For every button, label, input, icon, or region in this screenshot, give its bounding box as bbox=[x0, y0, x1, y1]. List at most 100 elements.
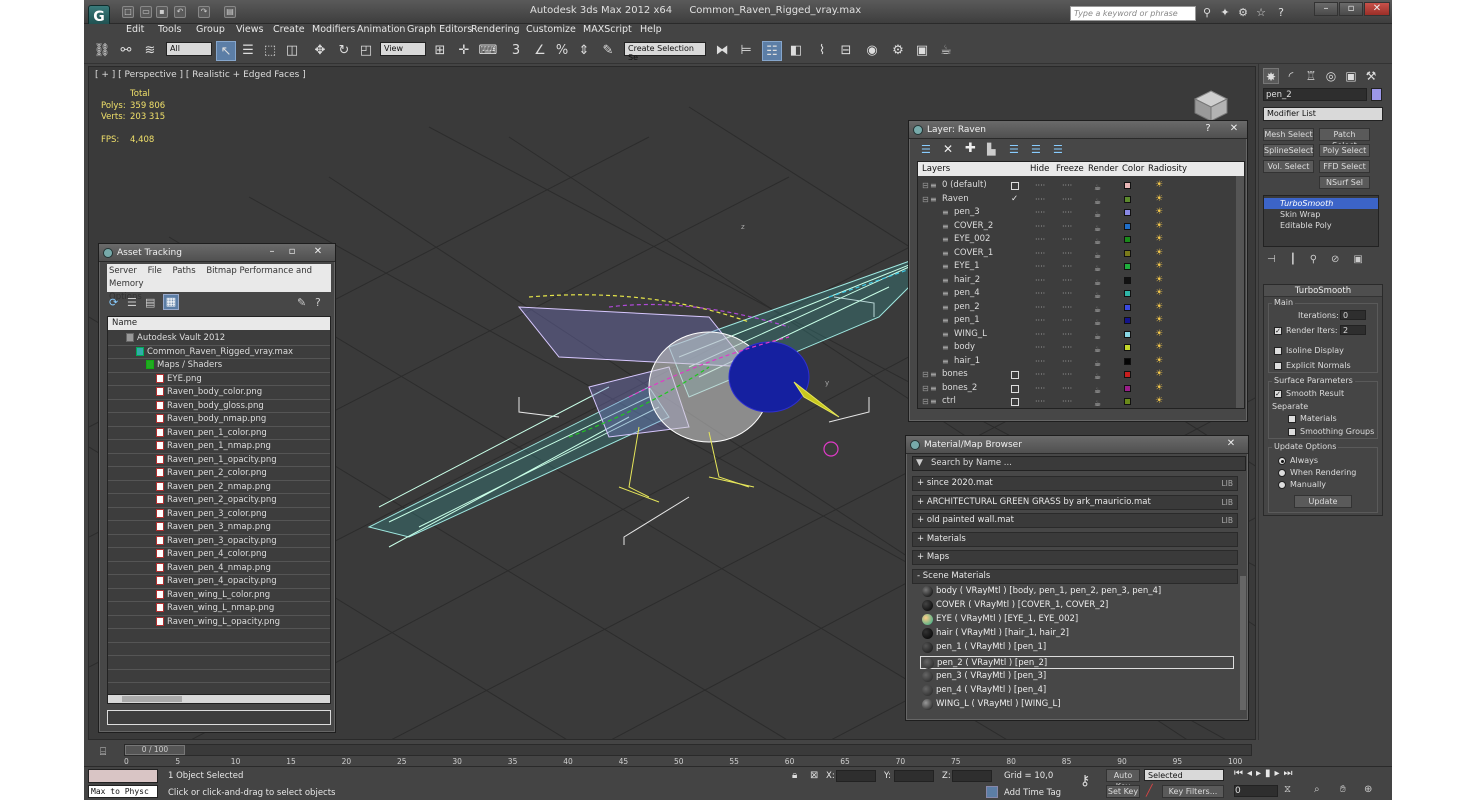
layer-radiosity-icon[interactable]: ☀ bbox=[1155, 314, 1163, 328]
select-manipulate-icon[interactable]: ✛ bbox=[454, 41, 474, 61]
menu-create[interactable]: Create bbox=[273, 24, 305, 35]
asset-row[interactable]: Raven_wing_L_opacity.png bbox=[108, 616, 330, 629]
layer-row[interactable]: ≡ WING_L ···· ···· ☕ ☀ bbox=[918, 328, 1186, 342]
layer-freeze-toggle[interactable]: ···· bbox=[1062, 301, 1072, 315]
update-button[interactable]: Update bbox=[1294, 495, 1352, 508]
display-tab-icon[interactable]: ▣ bbox=[1343, 68, 1359, 84]
asset-close-button[interactable]: ✕ bbox=[311, 246, 325, 258]
render-production-icon[interactable]: ☕ bbox=[936, 41, 956, 61]
asset-tracking-header[interactable]: Asset Tracking bbox=[99, 244, 335, 262]
add-to-layer-icon[interactable]: ✚ bbox=[965, 141, 976, 156]
layer-color-swatch[interactable] bbox=[1124, 182, 1131, 189]
layer-row[interactable]: ≡ COVER_1 ···· ···· ☕ ☀ bbox=[918, 247, 1186, 261]
col-render[interactable]: Render bbox=[1088, 162, 1118, 176]
material-group-header[interactable]: + Maps bbox=[912, 550, 1238, 565]
viewport-label-menu[interactable]: [ + ] [ Perspective ] [ Realistic + Edge… bbox=[95, 70, 306, 80]
layer-current-checkbox[interactable] bbox=[1011, 182, 1019, 190]
asset-menu-bitmap[interactable]: Bitmap Performance and Memory bbox=[109, 266, 312, 289]
material-group-header[interactable]: + ARCHITECTURAL GREEN GRASS by ark_mauri… bbox=[912, 494, 1238, 510]
asset-row[interactable]: Raven_pen_2_color.png bbox=[108, 467, 330, 481]
scene-material-row[interactable]: pen_4 ( VRayMtl ) [pen_4] bbox=[920, 684, 1234, 698]
layer-scrollbar[interactable] bbox=[1236, 176, 1244, 408]
nsurf-sel-button[interactable]: NSurf Sel bbox=[1319, 176, 1370, 189]
refresh-icon[interactable]: ⟳ bbox=[109, 296, 118, 309]
asset-row[interactable]: Raven_wing_L_color.png bbox=[108, 589, 330, 602]
absolute-mode-icon[interactable]: ⊠ bbox=[810, 770, 818, 781]
save-file-icon[interactable]: ▪ bbox=[156, 6, 168, 18]
create-layer-icon[interactable]: ☰ bbox=[921, 143, 931, 156]
material-group-header[interactable]: + since 2020.mat LIB bbox=[912, 476, 1238, 491]
col-freeze[interactable]: Freeze bbox=[1056, 162, 1084, 176]
asset-name-column-header[interactable]: Name bbox=[108, 317, 330, 330]
smoothing-groups-checkbox[interactable] bbox=[1288, 428, 1296, 436]
stack-item-skin-wrap[interactable]: Skin Wrap bbox=[1264, 209, 1378, 220]
render-setup-icon[interactable]: ⚙ bbox=[888, 41, 908, 61]
layer-expand-icon[interactable]: ⊟ bbox=[922, 193, 929, 207]
rotate-icon[interactable]: ↻ bbox=[334, 41, 354, 61]
material-group-header[interactable]: + Materials bbox=[912, 531, 1238, 547]
layer-radiosity-icon[interactable]: ☀ bbox=[1155, 287, 1163, 301]
layer-color-swatch[interactable] bbox=[1124, 290, 1131, 297]
layer-row[interactable]: ≡ COVER_2 ···· ···· ☕ ☀ bbox=[918, 220, 1186, 234]
material-editor-icon[interactable]: ◉ bbox=[862, 41, 882, 61]
update-always-radio[interactable] bbox=[1278, 457, 1286, 465]
asset-row[interactable]: Raven_pen_4_color.png bbox=[108, 548, 330, 562]
asset-row[interactable]: EYE.png bbox=[108, 373, 330, 386]
layer-hide-toggle[interactable]: ···· bbox=[1035, 368, 1045, 382]
menu-tools[interactable]: Tools bbox=[158, 24, 181, 35]
layer-expand-icon[interactable]: ⊟ bbox=[922, 395, 929, 408]
layer-color-swatch[interactable] bbox=[1124, 263, 1131, 270]
hide-all-layers-icon[interactable]: ☰ bbox=[1053, 143, 1063, 156]
layer-hide-toggle[interactable]: ···· bbox=[1035, 355, 1045, 369]
layer-color-swatch[interactable] bbox=[1124, 357, 1131, 365]
layer-color-swatch[interactable] bbox=[1124, 317, 1131, 324]
asset-row[interactable]: Raven_wing_L_nmap.png bbox=[108, 602, 330, 616]
ffd-select-button[interactable]: FFD Select bbox=[1319, 160, 1370, 173]
layer-color-swatch[interactable] bbox=[1124, 330, 1131, 338]
layer-freeze-toggle[interactable]: ···· bbox=[1062, 328, 1072, 342]
vol-select-button[interactable]: Vol. Select bbox=[1263, 160, 1314, 173]
move-icon[interactable]: ✥ bbox=[310, 41, 330, 61]
object-name-field[interactable]: pen_2 bbox=[1263, 88, 1367, 101]
asset-row[interactable]: Raven_pen_2_opacity.png bbox=[108, 494, 330, 508]
layer-freeze-toggle[interactable]: ···· bbox=[1062, 368, 1072, 382]
pan-view-icon[interactable]: ✋︎ bbox=[1340, 784, 1346, 795]
search-input[interactable]: Type a keyword or phrase bbox=[1070, 6, 1196, 21]
layer-radiosity-icon[interactable]: ☀ bbox=[1155, 206, 1163, 220]
material-options-icon[interactable]: ▼ bbox=[916, 458, 923, 468]
utilities-tab-icon[interactable]: ⚒ bbox=[1363, 68, 1379, 84]
zoom-extents-icon[interactable]: ⌕ bbox=[1314, 784, 1320, 795]
layer-hide-toggle[interactable]: ···· bbox=[1035, 301, 1045, 315]
layer-freeze-toggle[interactable]: ···· bbox=[1062, 247, 1072, 261]
graphite-toggle-icon[interactable]: ◧ bbox=[786, 41, 806, 61]
layer-color-swatch[interactable] bbox=[1124, 371, 1131, 378]
highlight-layer-icon[interactable]: ☰ bbox=[1009, 143, 1019, 156]
layer-row[interactable]: ⊟ ≡ bones_2 ···· ···· ☕ ☀ bbox=[918, 382, 1186, 396]
layer-color-swatch[interactable] bbox=[1124, 303, 1131, 311]
layer-freeze-toggle[interactable]: ···· bbox=[1062, 314, 1072, 328]
col-layers[interactable]: Layers bbox=[922, 162, 950, 176]
layer-radiosity-icon[interactable]: ☀ bbox=[1155, 260, 1163, 274]
detail-view-icon[interactable]: ▤ bbox=[145, 296, 155, 309]
keyboard-shortcut-icon[interactable]: ⌨ bbox=[478, 41, 498, 61]
layer-radiosity-icon[interactable]: ☀ bbox=[1155, 233, 1163, 247]
menu-help[interactable]: Help bbox=[640, 24, 662, 35]
favorites-icon[interactable]: ☆ bbox=[1254, 6, 1268, 20]
layer-current-checkbox[interactable] bbox=[1011, 398, 1019, 406]
angle-snap-icon[interactable]: ∠ bbox=[530, 41, 550, 61]
layer-help-button[interactable]: ? bbox=[1201, 123, 1215, 135]
layer-radiosity-icon[interactable]: ☀ bbox=[1155, 220, 1163, 234]
layer-hide-toggle[interactable]: ···· bbox=[1035, 206, 1045, 220]
rendered-frame-window-icon[interactable]: ▣ bbox=[912, 41, 932, 61]
scene-material-row[interactable]: EYE ( VRayMtl ) [EYE_1, EYE_002] bbox=[920, 613, 1234, 627]
scene-material-row[interactable]: pen_2 ( VRayMtl ) [pen_2] bbox=[920, 655, 1234, 669]
layer-row[interactable]: ≡ pen_1 ···· ···· ☕ ☀ bbox=[918, 314, 1186, 328]
menu-rendering[interactable]: Rendering bbox=[471, 24, 520, 35]
asset-row[interactable]: Common_Raven_Rigged_vray.max bbox=[108, 346, 330, 359]
asset-menu-server[interactable]: Server bbox=[109, 266, 137, 276]
time-tag-icon[interactable] bbox=[986, 786, 998, 798]
time-configuration-icon[interactable]: ⧖ bbox=[1284, 784, 1291, 795]
vault-login-icon[interactable]: ✎ bbox=[297, 296, 306, 309]
layer-row[interactable]: ≡ pen_2 ···· ···· ☕ ☀ bbox=[918, 301, 1186, 315]
layer-hide-toggle[interactable]: ···· bbox=[1035, 382, 1045, 396]
